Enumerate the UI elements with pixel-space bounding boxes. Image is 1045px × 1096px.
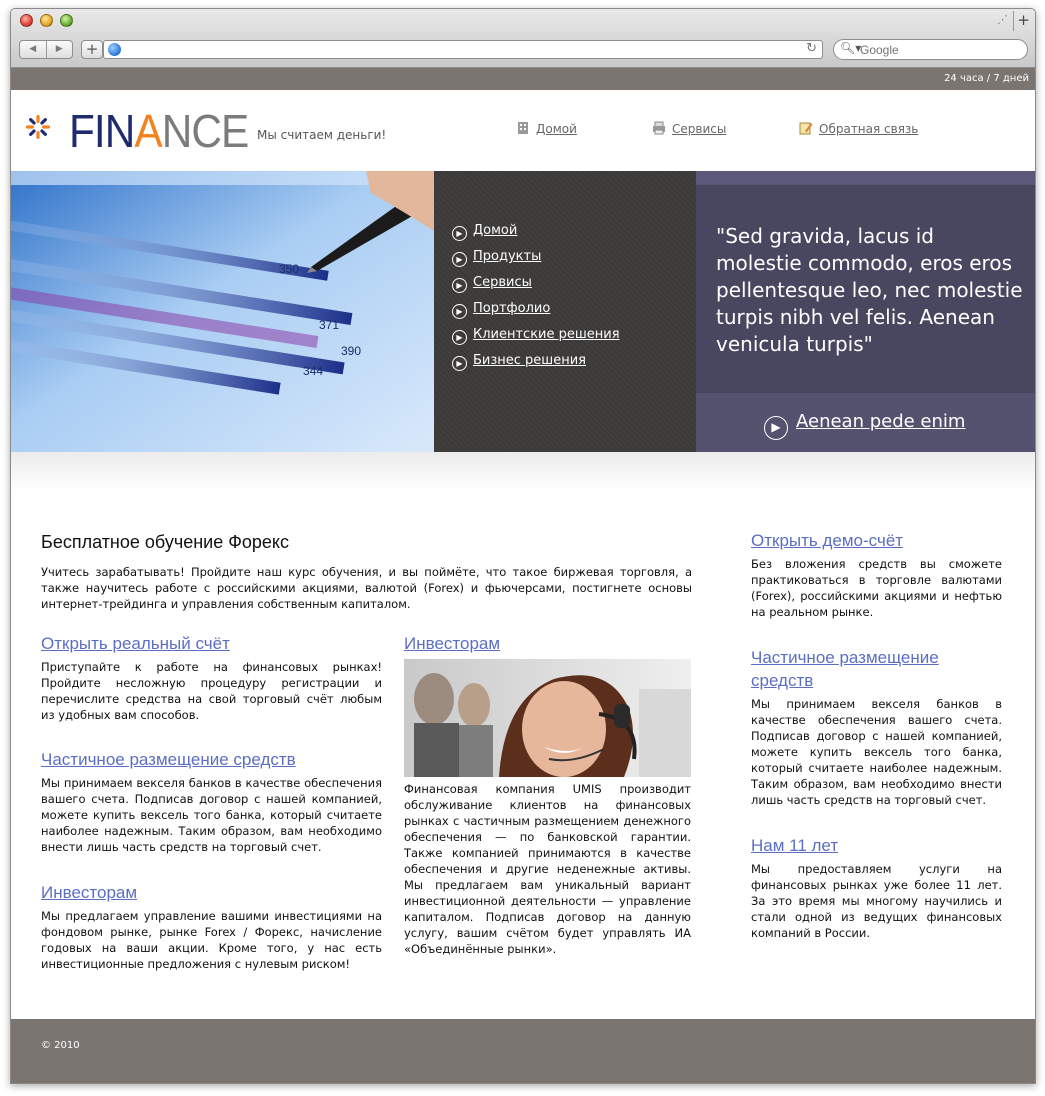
hours-label: 24 часа / 7 дней <box>944 73 1029 84</box>
section-text: Финансовая компания UMIS производит обсл… <box>404 782 691 956</box>
section-title-link[interactable]: Открыть реальный счёт <box>41 634 230 653</box>
section-real-account: Открыть реальный счёт Приступайте к рабо… <box>41 632 382 723</box>
building-icon <box>518 122 528 134</box>
copyright: © 2010 <box>41 1040 80 1051</box>
search-icon: 🔍︎▾ <box>840 41 862 55</box>
arrow-circle-icon: ▶ <box>452 356 467 371</box>
search-field[interactable]: 🔍︎▾ <box>833 39 1028 60</box>
history-navigation: ◀ ▶ <box>19 40 73 59</box>
quote-footer: ▶ Aenean pede enim <box>696 393 1035 452</box>
banner-fade <box>11 452 1035 492</box>
chart-label-350: 350 <box>279 262 299 276</box>
arrow-circle-icon: ▶ <box>452 252 467 267</box>
browser-window: ⋰ + ◀ ▶ + ↻ 🔍︎▾ 24 часа / 7 дней <box>10 8 1036 1084</box>
sidebar-text: Мы предоставляем услуги на финансовых ры… <box>751 862 1002 940</box>
header-link-services[interactable]: Сервисы <box>652 121 726 136</box>
header-link-label: Обратная связь <box>819 122 919 136</box>
section-partial-funds: Частичное размещение средств Мы принимае… <box>41 748 382 855</box>
arrow-circle-icon: ▶ <box>452 330 467 345</box>
quote-top-stripe <box>696 171 1035 185</box>
chart-label-371: 371 <box>319 318 339 332</box>
arrow-circle-icon: ▶ <box>452 226 467 241</box>
banner-menu-link[interactable]: Домой <box>473 223 517 238</box>
section-title-link[interactable]: Инвесторам <box>41 883 137 902</box>
arrow-circle-icon: ▶ <box>452 278 467 293</box>
quote-link-label: Aenean pede enim <box>796 411 966 432</box>
add-bookmark-button[interactable]: + <box>81 40 103 59</box>
banner-menu-item[interactable]: ▶ Сервисы <box>452 275 620 301</box>
section-text: Мы предлагаем управление вашими инвестиц… <box>41 909 382 971</box>
banner-menu-item[interactable]: ▶ Продукты <box>452 249 620 275</box>
minimize-window-button[interactable] <box>40 14 53 27</box>
sidebar-title-link[interactable]: Открыть демо-счёт <box>751 531 903 550</box>
banner-menu-link[interactable]: Клиентские решения <box>473 327 620 342</box>
banner-menu-link[interactable]: Бизнес решения <box>473 353 586 368</box>
main-content: Бесплатное обучение Форекс Учитесь зараб… <box>11 492 1035 1012</box>
close-window-button[interactable] <box>20 14 33 27</box>
banner-menu-item[interactable]: ▶ Домой <box>452 223 620 249</box>
banner-menu-item[interactable]: ▶ Бизнес решения <box>452 353 620 379</box>
sidebar-demo-account: Открыть демо-счёт Без вложения средств в… <box>751 529 1002 620</box>
globe-icon <box>108 43 121 56</box>
arrow-circle-icon: ▶ <box>764 416 788 440</box>
address-bar[interactable]: ↻ <box>103 40 823 59</box>
reload-icon[interactable]: ↻ <box>806 41 817 56</box>
printer-icon <box>653 121 665 135</box>
banner-menu-link[interactable]: Продукты <box>473 249 541 264</box>
section-title-link[interactable]: Частичное размещение средств <box>41 750 296 769</box>
sidebar-partial-funds: Частичное размещение средств Мы принимае… <box>751 646 1002 808</box>
chart-pen-photo: 350 371 390 344 <box>11 171 434 452</box>
back-button[interactable]: ◀ <box>20 41 46 58</box>
forward-button[interactable]: ▶ <box>45 41 73 58</box>
banner-menu-link[interactable]: Портфолио <box>473 301 550 316</box>
banner-quote-panel: "Sed gravida, lacus id molestie commodo,… <box>696 171 1035 452</box>
banner-menu-link[interactable]: Сервисы <box>473 275 532 290</box>
banner-menu-item[interactable]: ▶ Портфолио <box>452 301 620 327</box>
zoom-window-button[interactable] <box>60 14 73 27</box>
header-link-label: Домой <box>536 122 577 136</box>
logo-star-icon <box>26 115 50 139</box>
sidebar-text: Без вложения средств вы сможете практико… <box>751 557 1002 619</box>
site-footer: © 2010 <box>11 1019 1035 1083</box>
chart-label-390: 390 <box>341 344 361 358</box>
arrow-circle-icon: ▶ <box>452 304 467 319</box>
chart-label-344: 344 <box>303 364 323 378</box>
section-text: Мы принимаем векселя банков в качестве о… <box>41 776 382 854</box>
site-slogan: Мы считаем деньги! <box>257 128 387 142</box>
search-input[interactable] <box>860 42 1020 57</box>
header-link-label: Сервисы <box>672 122 727 136</box>
sidebar-text: Мы принимаем векселя банков в качестве о… <box>751 697 1002 807</box>
new-tab-button[interactable]: + <box>1013 11 1033 31</box>
sidebar-title-link[interactable]: Нам 11 лет <box>751 836 838 855</box>
header-link-home[interactable]: Домой <box>516 121 577 136</box>
section-investors-photo: Инвесторам Финансовая компания UMIS прои… <box>404 632 691 957</box>
quote-more-link[interactable]: ▶ Aenean pede enim <box>764 411 965 440</box>
logo-wordmark: FINANCE <box>69 105 249 157</box>
resize-grip-icon: ⋰ <box>997 13 1008 26</box>
page-title: Бесплатное обучение Форекс <box>41 532 290 552</box>
section-text: Приступайте к работе на финансовых рынка… <box>41 660 382 722</box>
quote-text: "Sed gravida, lacus id molestie commodo,… <box>716 224 1023 356</box>
web-page: 24 часа / 7 дней FINANCE Мы считаем день… <box>11 68 1035 1083</box>
edit-note-icon <box>799 122 813 135</box>
section-investors: Инвесторам Мы предлагаем управление ваши… <box>41 881 382 972</box>
browser-toolbar: ⋰ + ◀ ▶ + ↻ 🔍︎▾ <box>11 9 1035 68</box>
site-logo[interactable]: FINANCE <box>25 105 249 158</box>
banner-menu: ▶ Домой ▶ Продукты ▶ Сервисы ▶ Портфолио ▶ Кл… <box>434 171 696 452</box>
intro-text: Учитесь зарабатывать! Пройдите наш курс … <box>41 565 692 611</box>
header-link-feedback[interactable]: Обратная связь <box>799 121 918 136</box>
sidebar-11-years: Нам 11 лет Мы предоставляем услуги на фи… <box>751 834 1002 941</box>
call-center-photo <box>404 659 691 777</box>
hero-banner: 350 371 390 344 ▶ Домой ▶ Продукты ▶ Сервис… <box>11 171 1035 452</box>
section-title-link[interactable]: Инвесторам <box>404 634 500 653</box>
top-strip: 24 часа / 7 дней <box>11 68 1035 90</box>
banner-menu-item[interactable]: ▶ Клиентские решения <box>452 327 620 353</box>
sidebar-title-link[interactable]: Частичное размещение средств <box>751 648 939 690</box>
